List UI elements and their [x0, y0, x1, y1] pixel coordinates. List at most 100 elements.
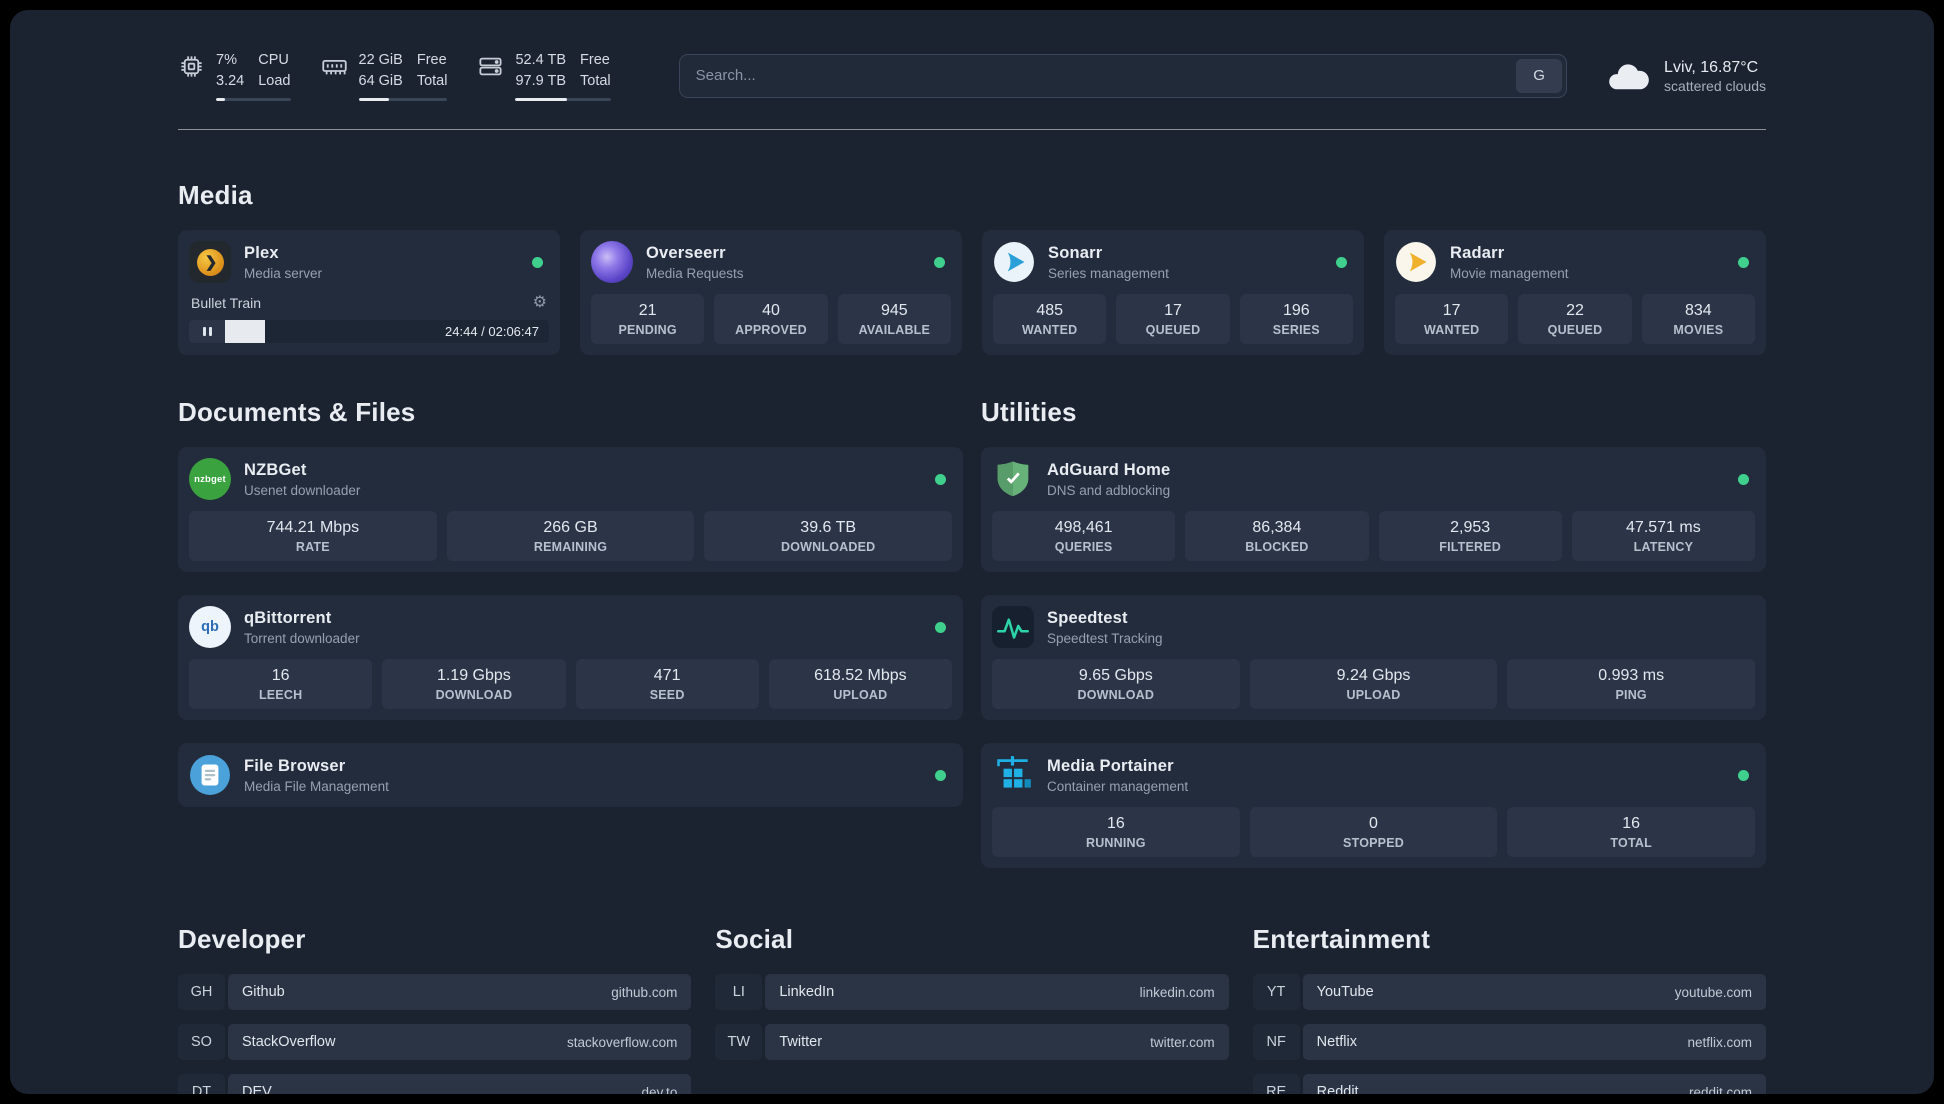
bookmark-youtube[interactable]: YT YouTube youtube.com	[1252, 974, 1766, 1011]
service-subtitle: Media server	[244, 265, 323, 281]
search-input[interactable]	[678, 53, 1568, 98]
stat-available: 945 AVAILABLE	[837, 294, 951, 345]
plex-icon: ❯	[189, 241, 231, 284]
service-card-overseerr[interactable]: Overseerr Media Requests 21 PENDING 40 A…	[580, 230, 962, 356]
stat-total: 16 TOTAL	[1507, 807, 1756, 858]
cloud-icon	[1609, 63, 1649, 89]
service-card-sonarr[interactable]: Sonarr Series management 485 WANTED 17 Q…	[982, 230, 1364, 356]
bookmarks-social: Social LI LinkedIn linkedin.com TW Twitt…	[715, 924, 1229, 1094]
playback-progress-track[interactable]	[225, 320, 435, 344]
utilities-section: Utilities AdGuard Home DNS and adblockin…	[981, 397, 1766, 869]
service-name: Overseerr	[646, 243, 726, 262]
sonarr-icon	[993, 241, 1035, 283]
cpu-percent: 7%	[216, 52, 237, 68]
stat-queued: 22 QUEUED	[1518, 294, 1632, 345]
bookmark-netflix[interactable]: NF Netflix netflix.com	[1252, 1024, 1766, 1061]
stat-series: 196 SERIES	[1239, 294, 1353, 345]
stat-blocked: 86,384 BLOCKED	[1185, 511, 1369, 562]
settings-gear-icon[interactable]: ⚙	[533, 295, 547, 311]
memory-icon	[321, 59, 347, 75]
stat-wanted: 17 WANTED	[1395, 294, 1509, 345]
cpu-sublabel: Load	[258, 73, 291, 90]
bookmark-url: youtube.com	[1674, 984, 1752, 1000]
stat-seed: 471 SEED	[575, 659, 759, 710]
status-dot	[935, 621, 946, 633]
service-card-qbittorrent[interactable]: qb qBittorrent Torrent downloader 16 LEE…	[178, 595, 963, 721]
service-subtitle: Speedtest Tracking	[1047, 630, 1163, 646]
cpu-load-value: 3.24	[216, 73, 245, 90]
bookmark-stackoverflow[interactable]: SO StackOverflow stackoverflow.com	[178, 1024, 692, 1061]
service-card-radarr[interactable]: Radarr Movie management 17 WANTED 22 QUE…	[1384, 230, 1766, 356]
bookmark-name: Twitter	[779, 1034, 823, 1051]
service-name: Radarr	[1450, 243, 1505, 262]
bookmark-name: StackOverflow	[242, 1034, 336, 1051]
status-dot	[1738, 769, 1749, 781]
bookmark-abbr: SO	[178, 1024, 225, 1061]
service-card-speedtest[interactable]: Speedtest Speedtest Tracking 9.65 Gbps D…	[981, 595, 1766, 721]
stat-upload: 9.24 Gbps UPLOAD	[1249, 659, 1498, 710]
header-bar: 7% 3.24 CPU Load 22 GiB 64 GiB Free Tota…	[178, 50, 1766, 102]
bookmark-name: Reddit	[1316, 1084, 1359, 1094]
memory-widget: 22 GiB 64 GiB Free Total	[321, 50, 448, 102]
search-provider-button[interactable]: G	[1516, 58, 1563, 93]
bookmark-abbr: NF	[1252, 1024, 1300, 1061]
service-card-filebrowser[interactable]: File Browser Media File Management	[178, 743, 963, 808]
section-title-utilities: Utilities	[981, 397, 1077, 428]
service-subtitle: Usenet downloader	[244, 482, 361, 498]
disk-free-value: 52.4 TB	[515, 52, 567, 68]
service-subtitle: Movie management	[1450, 265, 1569, 281]
status-dot	[1336, 256, 1347, 268]
service-subtitle: Media File Management	[244, 778, 389, 794]
stat-wanted: 485 WANTED	[993, 294, 1107, 345]
service-subtitle: Container management	[1047, 778, 1189, 794]
cpu-label: CPU	[258, 52, 289, 68]
bookmark-abbr: RE	[1252, 1074, 1300, 1094]
service-name: File Browser	[244, 756, 346, 775]
playback-progress-fill	[225, 320, 265, 344]
service-card-adguard[interactable]: AdGuard Home DNS and adblocking 498,461 …	[981, 447, 1766, 573]
weather-widget: Lviv, 16.87°C scattered clouds	[1605, 57, 1766, 95]
stat-pending: 21 PENDING	[591, 294, 705, 345]
disk-icon	[479, 57, 503, 76]
stat-approved: 40 APPROVED	[714, 294, 828, 345]
bookmark-name: DEV	[242, 1084, 272, 1094]
section-title-social: Social	[715, 924, 794, 955]
section-title-media: Media	[178, 180, 253, 211]
stat-download: 1.19 Gbps DOWNLOAD	[382, 659, 566, 710]
service-name: NZBGet	[244, 460, 307, 479]
memory-free-value: 22 GiB	[358, 52, 403, 68]
dashboard-content: 7% 3.24 CPU Load 22 GiB 64 GiB Free Tota…	[10, 10, 1934, 1094]
playback-time: 24:44 / 02:06:47	[445, 324, 539, 340]
service-card-portainer[interactable]: Media Portainer Container management 16 …	[981, 743, 1766, 869]
bookmark-abbr: DT	[178, 1074, 225, 1094]
status-dot	[1738, 256, 1749, 268]
memory-free-label: Free	[416, 52, 447, 68]
bookmark-url: dev.to	[641, 1084, 678, 1094]
memory-total-value: 64 GiB	[358, 73, 403, 90]
bookmark-github[interactable]: GH Github github.com	[178, 974, 692, 1011]
bookmark-url: github.com	[611, 984, 678, 1000]
service-subtitle: Media Requests	[646, 265, 744, 281]
stat-stopped: 0 STOPPED	[1249, 807, 1498, 858]
bookmark-reddit[interactable]: RE Reddit reddit.com	[1252, 1074, 1766, 1094]
section-title-developer: Developer	[178, 924, 306, 955]
memory-total-label: Total	[416, 73, 448, 90]
section-title-entertainment: Entertainment	[1252, 924, 1431, 955]
disk-usage-bar	[515, 98, 611, 102]
bookmark-linkedin[interactable]: LI LinkedIn linkedin.com	[715, 974, 1229, 1011]
weather-condition: scattered clouds	[1664, 78, 1766, 95]
stat-latency: 47.571 ms LATENCY	[1571, 511, 1755, 562]
service-name: Speedtest	[1047, 608, 1128, 627]
bookmark-dev[interactable]: DT DEV dev.to	[178, 1074, 692, 1094]
speedtest-icon	[992, 606, 1034, 649]
bookmark-twitter[interactable]: TW Twitter twitter.com	[715, 1024, 1229, 1061]
service-name: AdGuard Home	[1047, 460, 1171, 479]
dashboard: 7% 3.24 CPU Load 22 GiB 64 GiB Free Tota…	[10, 10, 1934, 1094]
service-card-nzbget[interactable]: nzbget NZBGet Usenet downloader 744.21 M…	[178, 447, 963, 573]
pause-button[interactable]	[189, 320, 225, 344]
bookmark-abbr: YT	[1252, 974, 1300, 1011]
cpu-usage-bar	[216, 98, 291, 102]
stat-filtered: 2,953 FILTERED	[1378, 511, 1562, 562]
service-card-plex[interactable]: ❯ Plex Media server Bullet Train ⚙ 24:44…	[178, 230, 560, 356]
plex-player: 24:44 / 02:06:47	[189, 320, 549, 344]
